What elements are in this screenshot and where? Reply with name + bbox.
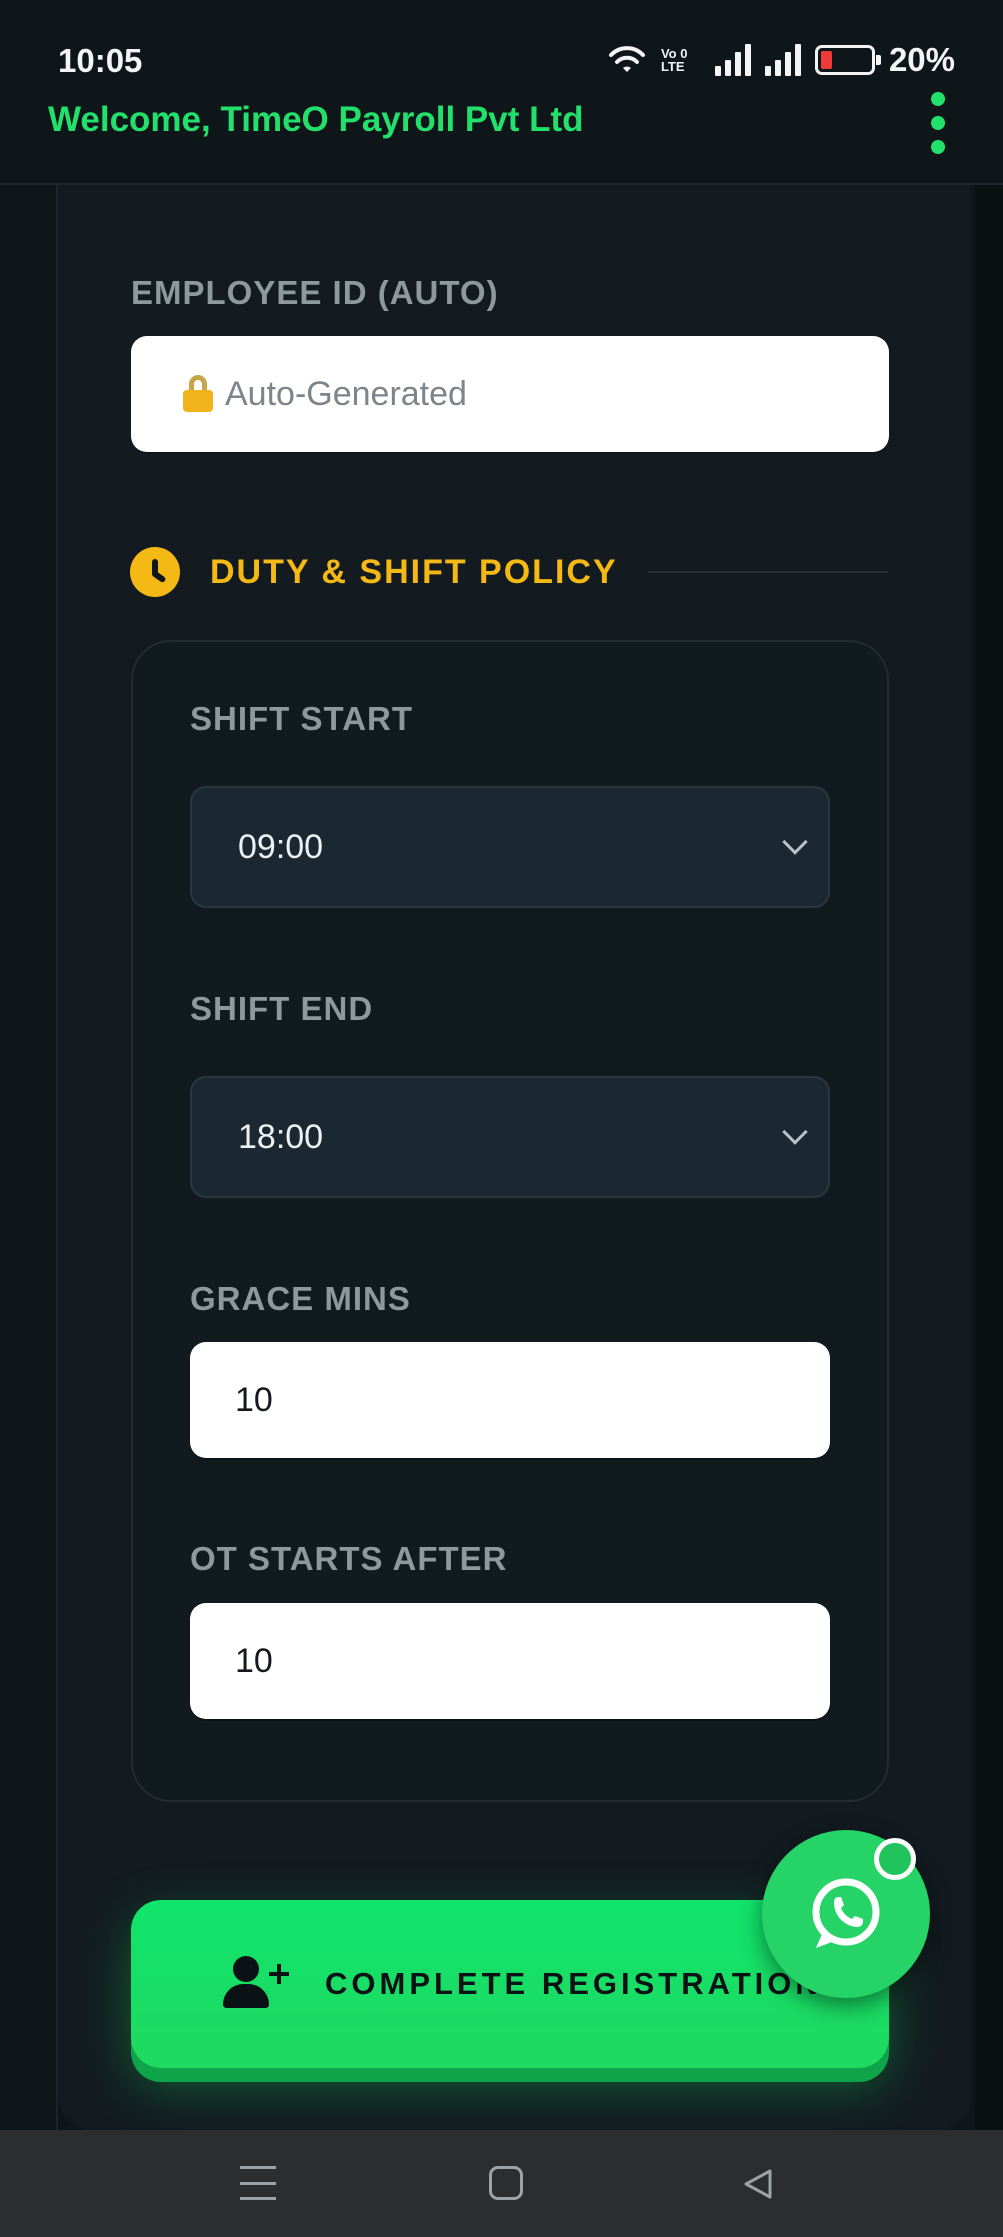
status-time: 10:05 — [58, 42, 143, 79]
section-divider — [647, 571, 888, 573]
employee-id-field: Auto-Generated — [131, 336, 889, 452]
whatsapp-button[interactable] — [762, 1830, 930, 1998]
complete-registration-label: COMPLETE REGISTRATION — [325, 1966, 822, 2001]
recent-apps-icon[interactable] — [240, 2166, 276, 2200]
section-title: DUTY & SHIFT POLICY — [210, 552, 618, 591]
online-badge — [874, 1838, 916, 1880]
whatsapp-icon — [812, 1878, 880, 1948]
ot-starts-after-value: 10 — [235, 1641, 273, 1680]
battery-level — [820, 51, 832, 69]
signal-icon — [764, 44, 801, 76]
grace-mins-input[interactable]: 10 — [190, 1342, 830, 1458]
back-icon[interactable] — [742, 2168, 774, 2200]
signal-icon — [714, 44, 751, 76]
app-screen: 10:05 Vo 0 LTE 20% Welcome, TimeO Payrol — [0, 0, 1003, 2237]
battery-percent: 20% — [888, 41, 955, 78]
status-icons: Vo 0 LTE 20% — [607, 40, 955, 80]
clock-icon — [130, 547, 180, 597]
home-icon[interactable] — [489, 2166, 523, 2200]
employee-id-label: EMPLOYEE ID (AUTO) — [131, 274, 499, 311]
scroll-edge — [975, 185, 1003, 2130]
welcome-title: Welcome, TimeO Payroll Pvt Ltd — [48, 100, 584, 139]
volte-icon: Vo 0 LTE — [661, 47, 701, 73]
section-header: DUTY & SHIFT POLICY — [130, 547, 888, 597]
kebab-menu-icon[interactable] — [923, 92, 953, 154]
add-user-icon — [223, 1956, 289, 2012]
employee-id-placeholder: Auto-Generated — [225, 374, 467, 413]
lock-icon — [183, 375, 213, 413]
ot-starts-after-label: OT STARTS AFTER — [190, 1540, 508, 1577]
grace-mins-value: 10 — [235, 1380, 273, 1419]
system-nav-bar — [0, 2130, 1003, 2237]
wifi-icon — [608, 46, 645, 72]
shift-start-value: 09:00 — [238, 827, 324, 866]
status-bar: 10:05 Vo 0 LTE 20% Welcome, TimeO Payrol — [0, 0, 1003, 185]
shift-start-select[interactable]: 09:00 — [190, 786, 830, 908]
lte-label: LTE — [660, 59, 685, 74]
shift-end-value: 18:00 — [238, 1117, 324, 1156]
ot-starts-after-input[interactable]: 10 — [190, 1603, 830, 1719]
shift-end-label: SHIFT END — [190, 990, 374, 1027]
grace-mins-label: GRACE MINS — [190, 1280, 411, 1317]
battery-icon — [814, 45, 881, 75]
chevron-down-icon — [782, 1119, 808, 1145]
shift-end-select[interactable]: 18:00 — [190, 1076, 830, 1198]
shift-start-label: SHIFT START — [190, 700, 414, 737]
chevron-down-icon — [782, 829, 808, 855]
